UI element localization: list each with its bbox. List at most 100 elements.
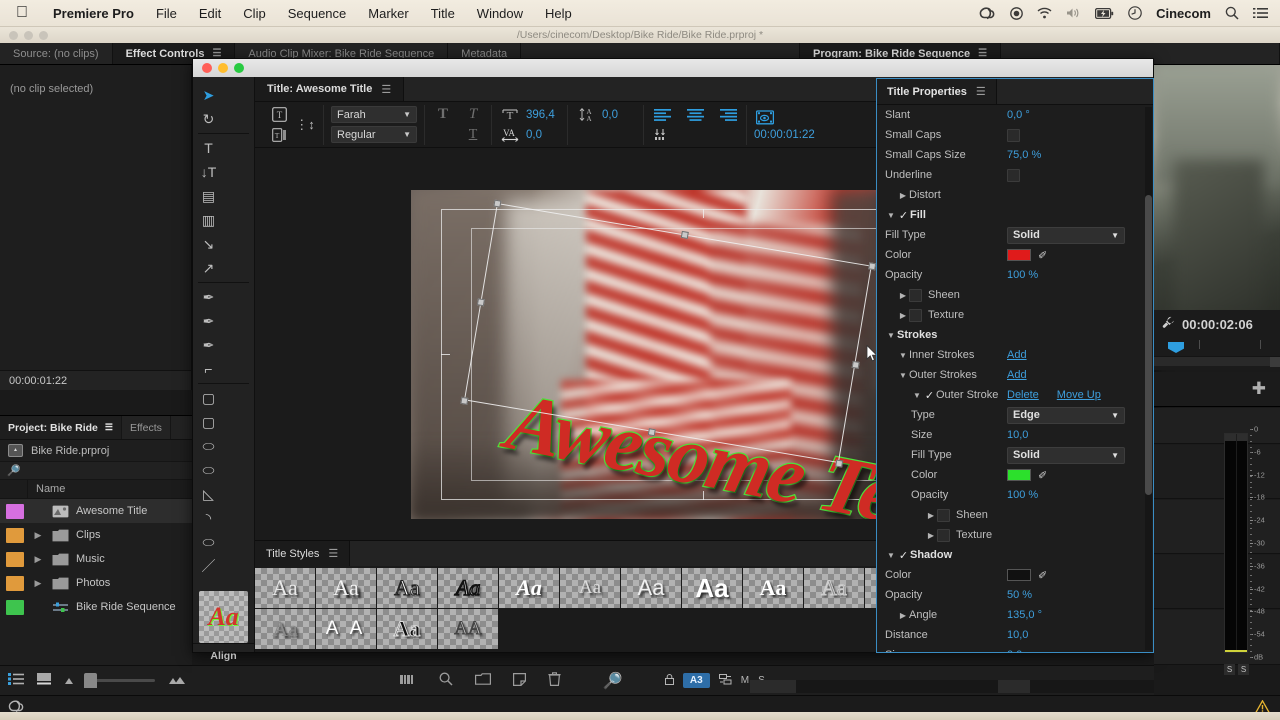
project-item-row[interactable]: Bike Ride Sequence xyxy=(0,595,192,619)
property-checkbox[interactable] xyxy=(937,528,950,542)
property-row[interactable]: ▶ Angle 135,0 ° xyxy=(877,605,1145,625)
timeline-scrollbar[interactable] xyxy=(1154,356,1280,367)
tab-source[interactable]: Source: (no clips) xyxy=(0,43,113,64)
tab-stops-icon[interactable] xyxy=(651,126,673,143)
property-value[interactable]: 135,0 ° xyxy=(1007,609,1042,621)
disclosure-triangle-icon[interactable]: ▼ xyxy=(885,211,897,220)
property-row[interactable]: Small Caps xyxy=(877,125,1145,145)
settings-wrench-icon[interactable] xyxy=(1162,316,1175,332)
disclosure-triangle-icon[interactable]: ▶ xyxy=(24,578,52,589)
align-left-icon[interactable] xyxy=(651,106,673,123)
menu-clip[interactable]: Clip xyxy=(232,6,276,21)
delete-link[interactable]: Delete xyxy=(1007,389,1039,401)
property-row[interactable]: Color ✐ xyxy=(877,245,1145,265)
move-up-link[interactable]: Move Up xyxy=(1057,389,1101,401)
project-search-row[interactable]: 🔍 xyxy=(0,461,192,480)
disclosure-triangle-icon[interactable]: ▶ xyxy=(925,511,937,520)
property-dropdown[interactable]: Solid ▼ xyxy=(1007,226,1125,244)
property-checkbox[interactable] xyxy=(909,308,922,322)
property-row[interactable]: ▶ Sheen xyxy=(877,285,1145,305)
zoom-slider[interactable] xyxy=(84,673,155,688)
solo-button-left[interactable]: S xyxy=(1224,664,1235,675)
disclosure-triangle-icon[interactable]: ▶ xyxy=(897,611,909,620)
panel-menu-icon[interactable]: ☰ xyxy=(328,547,338,560)
close-icon[interactable] xyxy=(202,63,212,73)
tab-effects[interactable]: Effects xyxy=(122,416,171,439)
eyedropper-icon[interactable]: ✐ xyxy=(1038,569,1047,582)
property-row[interactable]: Opacity 50 % xyxy=(877,585,1145,605)
lock-icon[interactable] xyxy=(664,673,674,688)
timeline-zoom-icon[interactable]: 🔍 xyxy=(603,671,623,691)
property-row[interactable]: ▶ Distort xyxy=(877,185,1145,205)
color-swatch[interactable] xyxy=(1007,469,1031,481)
parent-bin-icon[interactable] xyxy=(8,444,23,457)
property-checkbox-checked[interactable]: ✓ xyxy=(923,389,936,402)
search-input[interactable] xyxy=(20,464,171,477)
property-row[interactable]: Fill Type Solid ▼ xyxy=(877,445,1145,465)
title-style-swatch[interactable]: Aa xyxy=(682,568,742,608)
rounded-rectangle-tool[interactable]: ▢ xyxy=(193,410,224,434)
scrollbar-thumb-left[interactable] xyxy=(750,680,796,693)
freeform-view-icon[interactable] xyxy=(64,674,78,688)
property-row[interactable]: Color ✐ xyxy=(877,465,1145,485)
disclosure-triangle-icon[interactable]: ▶ xyxy=(925,531,937,540)
resize-handle-br[interactable] xyxy=(835,459,844,468)
property-row[interactable]: Opacity 100 % xyxy=(877,265,1145,285)
item-color-label[interactable] xyxy=(6,575,24,591)
zoom-slider-knob[interactable] xyxy=(84,673,97,688)
sort-icon[interactable] xyxy=(168,674,186,688)
property-row[interactable]: Size 10,0 xyxy=(877,425,1145,445)
title-style-swatch[interactable]: Aa xyxy=(255,568,315,608)
vertical-type-tool[interactable]: ↓T xyxy=(193,160,224,184)
menu-marker[interactable]: Marker xyxy=(357,6,419,21)
tab-title-properties[interactable]: Title Properties ☰ xyxy=(877,79,997,104)
properties-scrollbar[interactable] xyxy=(1145,107,1152,650)
property-row[interactable]: Slant 0,0 ° xyxy=(877,105,1145,125)
track-name-a3[interactable]: A3 xyxy=(682,673,710,688)
title-style-swatch[interactable]: A A xyxy=(316,609,376,649)
property-row[interactable]: Distance 10,0 xyxy=(877,625,1145,645)
font-size-value[interactable]: 396,4 xyxy=(526,109,560,121)
audio-meter[interactable]: 0 -6 -12 -18 -24 -30 -36 -42 -48 -54 dB S S xyxy=(1224,425,1265,677)
property-value[interactable]: 75,0 % xyxy=(1007,149,1041,161)
creative-cloud-icon[interactable] xyxy=(979,6,996,20)
font-style-select[interactable]: Regular ▼ xyxy=(331,126,417,143)
item-color-label[interactable] xyxy=(6,527,24,543)
bold-icon[interactable]: T xyxy=(432,106,454,123)
roll-crawl-options-icon[interactable]: T xyxy=(268,126,290,143)
disclosure-triangle-icon[interactable]: ▼ xyxy=(885,551,897,560)
type-tool[interactable]: T xyxy=(193,136,224,160)
titler-window-chrome[interactable] xyxy=(193,59,1153,77)
property-checkbox[interactable] xyxy=(1007,128,1020,142)
trash-icon[interactable] xyxy=(548,672,561,689)
add-link[interactable]: Add xyxy=(1007,369,1027,381)
tab-project-bike-ride[interactable]: Project: Bike Ride ☰ xyxy=(0,416,122,439)
disclosure-triangle-icon[interactable]: ▶ xyxy=(24,530,52,541)
convert-anchor-tool[interactable]: ⌐ xyxy=(193,357,224,381)
tab-title-styles[interactable]: Title Styles ☰ xyxy=(255,541,351,566)
rectangle-tool[interactable]: ▢ xyxy=(193,386,224,410)
titler-title-tab[interactable]: Title: Awesome Title ☰ xyxy=(255,77,405,101)
property-value[interactable]: 50 % xyxy=(1007,589,1032,601)
property-dropdown[interactable]: Edge ▼ xyxy=(1007,406,1125,424)
item-color-label[interactable] xyxy=(6,599,24,615)
scrollbar-thumb[interactable] xyxy=(1270,357,1280,367)
program-monitor-preview[interactable] xyxy=(1154,65,1280,320)
delete-anchor-tool[interactable]: ✒ xyxy=(193,309,224,333)
panel-menu-icon[interactable]: ☰ xyxy=(381,83,391,96)
color-swatch[interactable] xyxy=(1007,249,1031,261)
property-checkbox-checked[interactable]: ✓ xyxy=(897,209,910,222)
list-view-icon[interactable] xyxy=(8,673,24,688)
panel-menu-icon[interactable]: ☰ xyxy=(105,422,113,433)
leading-value[interactable]: 0,0 xyxy=(602,109,636,121)
property-checkbox-checked[interactable]: ✓ xyxy=(897,549,910,562)
resize-handle-tc[interactable] xyxy=(680,230,689,239)
vertical-path-type-tool[interactable]: ↗ xyxy=(193,256,224,280)
volume-icon[interactable] xyxy=(1066,7,1081,19)
vertical-area-type-tool[interactable]: ▥ xyxy=(193,208,224,232)
mute-track-button[interactable]: M xyxy=(741,675,749,686)
disclosure-triangle-icon[interactable]: ▶ xyxy=(897,191,909,200)
pen-tool[interactable]: ✒ xyxy=(193,285,224,309)
property-row[interactable]: Type Edge ▼ xyxy=(877,405,1145,425)
clipped-rectangle-tool[interactable]: ⬭ xyxy=(193,434,224,458)
